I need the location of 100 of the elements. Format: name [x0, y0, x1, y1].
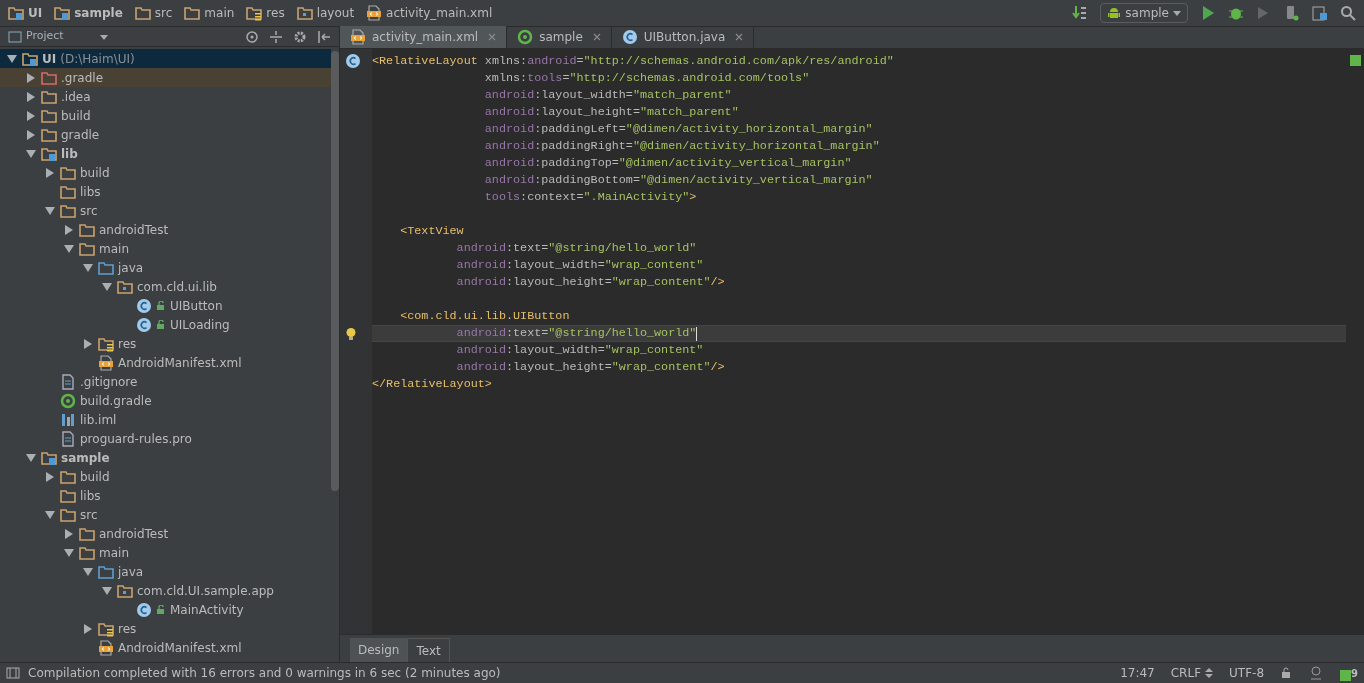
tree-item[interactable]: lib	[0, 144, 331, 163]
editor-tab[interactable]: sample	[507, 26, 612, 48]
tree-item[interactable]: androidTest	[0, 524, 331, 543]
lock-icon	[156, 319, 166, 330]
tree-item[interactable]: build	[0, 163, 331, 182]
search-icon[interactable]	[1340, 5, 1356, 21]
caret-icon	[99, 32, 108, 41]
code-line: tools:context=".MainActivity">	[483, 188, 697, 206]
collapse-arrow-icon[interactable]	[64, 243, 74, 254]
expand-arrow-icon[interactable]	[26, 129, 36, 140]
cursor-position[interactable]: 17:47	[1120, 664, 1155, 682]
editor-tab[interactable]: activity_main.xml	[340, 26, 508, 48]
tree-item[interactable]: proguard-rules.pro	[0, 429, 331, 448]
tree-item[interactable]: .idea	[0, 87, 331, 106]
breadcrumb-item[interactable]: src	[134, 4, 181, 22]
code-line: android:layout_width="wrap_content"	[455, 341, 704, 359]
lock-icon[interactable]	[1280, 667, 1293, 679]
breadcrumb-item[interactable]: UI	[8, 4, 51, 22]
expand-arrow-icon[interactable]	[45, 167, 55, 178]
collapse-arrow-icon[interactable]	[83, 566, 93, 577]
project-view-dropdown[interactable]: Project	[8, 28, 108, 45]
expand-arrow-icon[interactable]	[26, 72, 36, 83]
tree-item[interactable]: libs	[0, 486, 331, 505]
tree-item[interactable]: UILoading	[0, 315, 331, 334]
tree-item[interactable]: AndroidManifest.xml	[0, 638, 331, 657]
folder-icon	[41, 126, 57, 143]
collapse-arrow-icon[interactable]	[83, 262, 93, 273]
tree-item[interactable]: com.cld.UI.sample.app	[0, 581, 331, 600]
close-icon[interactable]	[735, 33, 744, 41]
settings-icon[interactable]	[293, 29, 307, 44]
collapse-arrow-icon[interactable]	[45, 509, 55, 520]
breadcrumb-item[interactable]: res	[246, 4, 293, 22]
tree-item[interactable]: libs	[0, 182, 331, 201]
expand-arrow-icon[interactable]	[64, 528, 74, 539]
tree-item[interactable]: UI (D:\Haim\UI)	[0, 49, 331, 68]
run-config-dropdown[interactable]: sample	[1100, 3, 1188, 23]
tree-item[interactable]: java	[0, 258, 331, 277]
mode-tab[interactable]: Text	[407, 638, 450, 662]
collapse-arrow-icon[interactable]	[7, 53, 17, 64]
tree-item[interactable]: main	[0, 543, 331, 562]
panel-toggle-icon[interactable]	[6, 666, 20, 680]
class-icon[interactable]	[345, 53, 361, 69]
expand-arrow-icon[interactable]	[83, 338, 93, 349]
tree-item[interactable]: build.gradle	[0, 391, 331, 410]
class-icon	[621, 29, 638, 45]
tree-item[interactable]: MainActivity	[0, 600, 331, 619]
tree-item[interactable]: build	[0, 467, 331, 486]
tree-item[interactable]: com.cld.ui.lib	[0, 277, 331, 296]
folder-icon	[98, 259, 114, 276]
expand-arrow-icon[interactable]	[64, 224, 74, 235]
collapse-arrow-icon[interactable]	[102, 281, 112, 292]
target-icon[interactable]	[245, 29, 259, 44]
xml-file-icon	[98, 639, 114, 656]
android-icon	[1107, 6, 1122, 20]
expand-arrow-icon[interactable]	[45, 471, 55, 482]
collapse-arrow-icon[interactable]	[102, 585, 112, 596]
tree-item[interactable]: lib.iml	[0, 410, 331, 429]
expand-arrow-icon[interactable]	[83, 623, 93, 634]
tree-item[interactable]: build	[0, 106, 331, 125]
tree-item[interactable]: .gitignore	[0, 372, 331, 391]
sort-icon[interactable]	[1072, 5, 1089, 21]
tree-item[interactable]: .gradle	[0, 68, 331, 87]
mode-tab[interactable]: Design	[350, 638, 408, 662]
status-ok-icon[interactable]	[1349, 55, 1361, 66]
tree-item[interactable]: java	[0, 562, 331, 581]
collapse-arrow-icon[interactable]	[45, 205, 55, 216]
class-icon	[136, 316, 152, 333]
tree-item[interactable]: src	[0, 201, 331, 220]
tree-item[interactable]: UIButton	[0, 296, 331, 315]
collapse-arrow-icon[interactable]	[26, 148, 36, 159]
expand-arrow-icon[interactable]	[26, 91, 36, 102]
run-icon[interactable]	[1200, 5, 1216, 21]
tree-item[interactable]: main	[0, 239, 331, 258]
collapse-all-icon[interactable]	[269, 29, 283, 44]
code-line: <RelativeLayout xmlns:android="http://schemas.android.com/apk/res/android"	[372, 52, 894, 70]
project-icon	[8, 29, 22, 44]
encoding-selector[interactable]: UTF-8	[1229, 664, 1265, 682]
breadcrumb-item[interactable]: layout	[296, 4, 363, 22]
tree-item[interactable]: res	[0, 619, 331, 638]
editor-tab[interactable]: UIButton.java	[611, 26, 755, 48]
folder-icon	[79, 240, 95, 257]
tree-item[interactable]: res	[0, 334, 331, 353]
tree-item[interactable]: androidTest	[0, 220, 331, 239]
collapse-arrow-icon[interactable]	[64, 547, 74, 558]
folder-icon	[98, 335, 114, 352]
line-separator-selector[interactable]: CRLF	[1170, 664, 1214, 682]
breadcrumb-item[interactable]: activity_main.xml	[366, 4, 501, 22]
tree-item[interactable]: sample	[0, 448, 331, 467]
folder-icon	[41, 88, 57, 105]
collapse-arrow-icon[interactable]	[26, 452, 36, 463]
breadcrumb-item[interactable]: sample	[54, 4, 131, 22]
breadcrumb-item[interactable]: main	[184, 4, 243, 22]
bulb-icon[interactable]	[344, 327, 358, 341]
expand-arrow-icon[interactable]	[26, 110, 36, 121]
tree-item[interactable]: gradle	[0, 125, 331, 144]
tree-item[interactable]: src	[0, 505, 331, 524]
close-icon[interactable]	[592, 33, 601, 41]
tree-item[interactable]: AndroidManifest.xml	[0, 353, 331, 372]
device-icon[interactable]	[1284, 5, 1300, 21]
hide-panel-icon[interactable]	[317, 29, 331, 44]
